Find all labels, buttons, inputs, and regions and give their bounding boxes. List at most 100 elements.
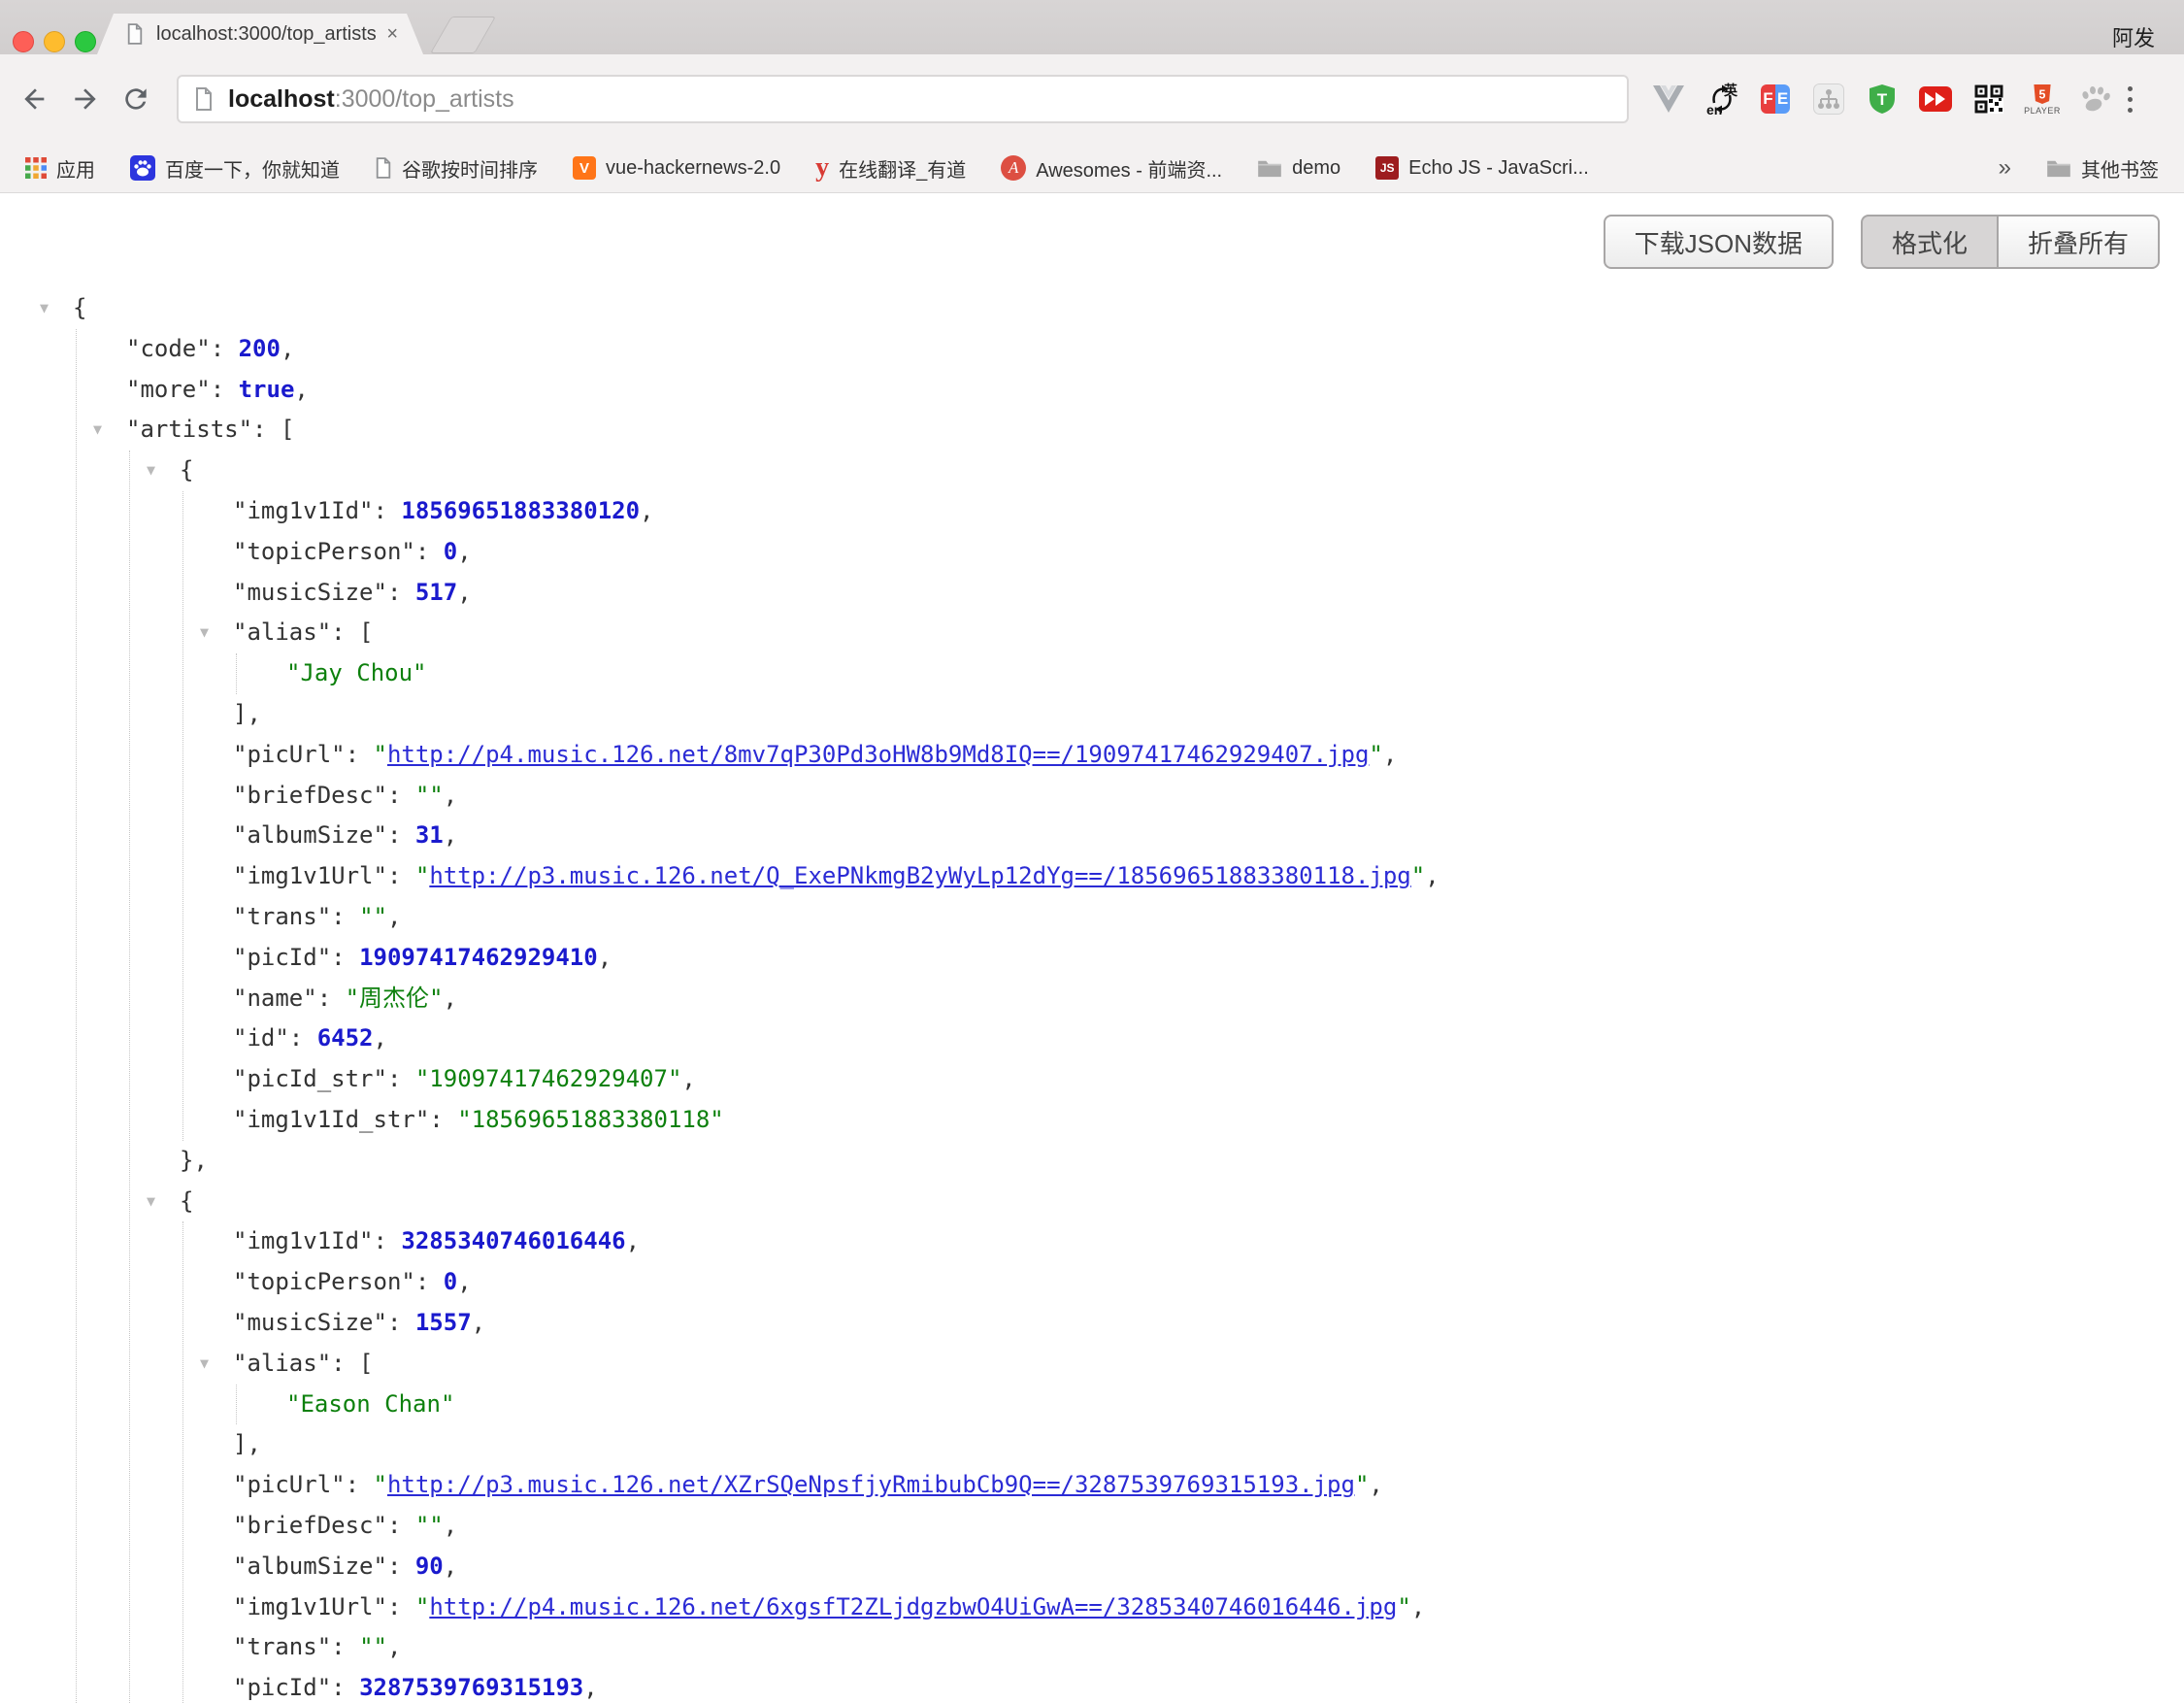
- document-icon: [375, 157, 392, 179]
- back-arrow-icon: [19, 83, 50, 115]
- json-link[interactable]: http://p4.music.126.net/8mv7qP30Pd3oHW8b…: [387, 741, 1369, 768]
- page-content: 下载JSON数据 格式化 折叠所有 ▼{"code": 200,"more": …: [0, 193, 2184, 1703]
- view-mode-group: 格式化 折叠所有: [1861, 215, 2160, 269]
- bookmark-label: 百度一下，你就知道: [165, 154, 340, 183]
- paw-icon[interactable]: [2079, 83, 2112, 116]
- echojs-icon: JS: [1375, 156, 1399, 180]
- json-tree: ▼{"code": 200,"more": true,▼"artists": […: [0, 288, 2184, 1703]
- collapse-arrow-icon[interactable]: ▼: [200, 1344, 209, 1385]
- awesomes-icon: A: [1001, 155, 1026, 181]
- json-line: "img1v1Url": "http://p3.music.126.net/Q_…: [233, 856, 2184, 897]
- address-bar[interactable]: localhost:3000/top_artists: [177, 75, 1629, 123]
- bookmark-demo-folder[interactable]: demo: [1257, 157, 1340, 180]
- minimize-window-icon[interactable]: [44, 31, 65, 52]
- json-line: ▼"alias": [: [233, 1344, 2184, 1385]
- format-button[interactable]: 格式化: [1861, 215, 1997, 269]
- json-line: "albumSize": 31,: [233, 816, 2184, 856]
- back-button[interactable]: [19, 83, 50, 115]
- vue-icon: V: [573, 156, 596, 180]
- bookmark-youdao-translate[interactable]: y 在线翻译_有道: [815, 154, 966, 183]
- baidu-paw-icon: [130, 155, 155, 181]
- json-line: ▼{: [73, 288, 2184, 329]
- json-line: ▼"alias": [: [233, 613, 2184, 653]
- browser-tab[interactable]: localhost:3000/top_artists ×: [97, 14, 423, 54]
- download-json-button[interactable]: 下载JSON数据: [1604, 215, 1834, 269]
- collapse-arrow-icon[interactable]: ▼: [147, 1182, 155, 1222]
- page-document-icon[interactable]: [194, 87, 214, 111]
- bookmarks-bar: 应用 百度一下，你就知道 谷歌按时间排序 V vue-hackernews-2.…: [0, 144, 2184, 193]
- folder-icon: [1257, 158, 1282, 178]
- json-line: "more": true,: [126, 370, 2184, 411]
- url-host: localhost: [228, 85, 335, 114]
- reload-icon: [120, 83, 151, 115]
- bookmark-label: 谷歌按时间排序: [402, 154, 538, 183]
- sitemap-icon[interactable]: [1812, 83, 1845, 116]
- json-line: "musicSize": 1557,: [233, 1303, 2184, 1344]
- forward-button[interactable]: [70, 83, 101, 115]
- tab-favicon-document-icon: [126, 23, 144, 45]
- tab-close-icon[interactable]: ×: [386, 23, 398, 46]
- bookmark-baidu[interactable]: 百度一下，你就知道: [130, 154, 340, 183]
- bookmark-echojs[interactable]: JS Echo JS - JavaScri...: [1375, 156, 1589, 180]
- json-line: "img1v1Url": "http://p4.music.126.net/6x…: [233, 1587, 2184, 1628]
- apps-grid-icon: [25, 157, 47, 179]
- bookmark-google-sort[interactable]: 谷歌按时间排序: [375, 154, 538, 183]
- json-line: "picId_str": "19097417462929407",: [233, 1059, 2184, 1100]
- html5-player-icon[interactable]: 5 PLAYER: [2026, 83, 2059, 116]
- collapse-all-button[interactable]: 折叠所有: [1997, 215, 2160, 269]
- bookmark-vue-hackernews[interactable]: V vue-hackernews-2.0: [573, 156, 780, 180]
- browser-profile-name[interactable]: 阿发: [2112, 21, 2155, 52]
- json-line: "code": 200,: [126, 329, 2184, 370]
- collapse-arrow-icon[interactable]: ▼: [147, 451, 155, 491]
- tampermonkey-shield-icon[interactable]: T: [1866, 83, 1899, 116]
- bookmark-label: demo: [1292, 157, 1340, 180]
- bookmark-awesomes[interactable]: A Awesomes - 前端资...: [1001, 154, 1222, 183]
- bookmark-label: 应用: [56, 154, 95, 183]
- qr-code-icon[interactable]: [1972, 83, 2005, 116]
- json-line: "picId": 3287539769315193,: [233, 1668, 2184, 1703]
- json-line: "picId": 19097417462929410,: [233, 938, 2184, 979]
- new-tab-button[interactable]: [430, 17, 496, 53]
- tab-strip: localhost:3000/top_artists × 阿发: [0, 0, 2184, 54]
- json-line: ▼{: [180, 451, 2184, 491]
- bookmark-label: Echo JS - JavaScri...: [1408, 157, 1589, 180]
- fe-extension-icon[interactable]: FE: [1759, 83, 1792, 116]
- json-actions: 下载JSON数据 格式化 折叠所有: [0, 193, 2184, 269]
- json-line: "img1v1Id": 3285340746016446,: [233, 1221, 2184, 1262]
- json-line: ▼{: [180, 1182, 2184, 1222]
- browser-toolbar: localhost:3000/top_artists 英 en FE T: [0, 54, 2184, 144]
- json-line: "topicPerson": 0,: [233, 532, 2184, 573]
- json-line: "img1v1Id": 18569651883380120,: [233, 491, 2184, 532]
- json-line: "trans": "",: [233, 1627, 2184, 1668]
- collapse-arrow-icon[interactable]: ▼: [200, 613, 209, 653]
- close-window-icon[interactable]: [13, 31, 34, 52]
- forward-arrow-icon: [70, 83, 101, 115]
- video-forward-icon[interactable]: [1919, 83, 1952, 116]
- youdao-icon: y: [815, 158, 829, 178]
- translate-icon[interactable]: 英 en: [1705, 83, 1738, 116]
- zoom-window-icon[interactable]: [75, 31, 96, 52]
- json-link[interactable]: http://p3.music.126.net/Q_ExePNkmgB2yWyL…: [429, 862, 1410, 889]
- json-line: },: [180, 1141, 2184, 1182]
- json-link[interactable]: http://p4.music.126.net/6xgsfT2ZLjdgzbwO…: [429, 1593, 1397, 1620]
- json-line: "img1v1Id_str": "18569651883380118": [233, 1100, 2184, 1141]
- collapse-arrow-icon[interactable]: ▼: [40, 288, 49, 329]
- bookmark-apps[interactable]: 应用: [25, 154, 95, 183]
- vue-devtools-icon[interactable]: [1652, 83, 1685, 116]
- browser-menu-icon[interactable]: [2128, 86, 2133, 113]
- svg-text:5: 5: [2039, 87, 2046, 101]
- collapse-arrow-icon[interactable]: ▼: [93, 410, 102, 451]
- json-line: "id": 6452,: [233, 1018, 2184, 1059]
- json-link[interactable]: http://p3.music.126.net/XZrSQeNpsfjyRmib…: [387, 1471, 1355, 1498]
- json-line: "albumSize": 90,: [233, 1547, 2184, 1587]
- json-line: "briefDesc": "",: [233, 1506, 2184, 1547]
- reload-button[interactable]: [120, 83, 151, 115]
- bookmark-label: 其他书签: [2081, 154, 2159, 183]
- json-line: "picUrl": "http://p4.music.126.net/8mv7q…: [233, 735, 2184, 776]
- folder-icon: [2046, 158, 2071, 178]
- bookmarks-overflow-chevron[interactable]: »: [1999, 154, 2011, 182]
- bookmark-label: Awesomes - 前端资...: [1036, 154, 1222, 183]
- json-line: "topicPerson": 0,: [233, 1262, 2184, 1303]
- other-bookmarks[interactable]: 其他书签: [2046, 154, 2159, 183]
- tab-title: localhost:3000/top_artists: [156, 23, 377, 46]
